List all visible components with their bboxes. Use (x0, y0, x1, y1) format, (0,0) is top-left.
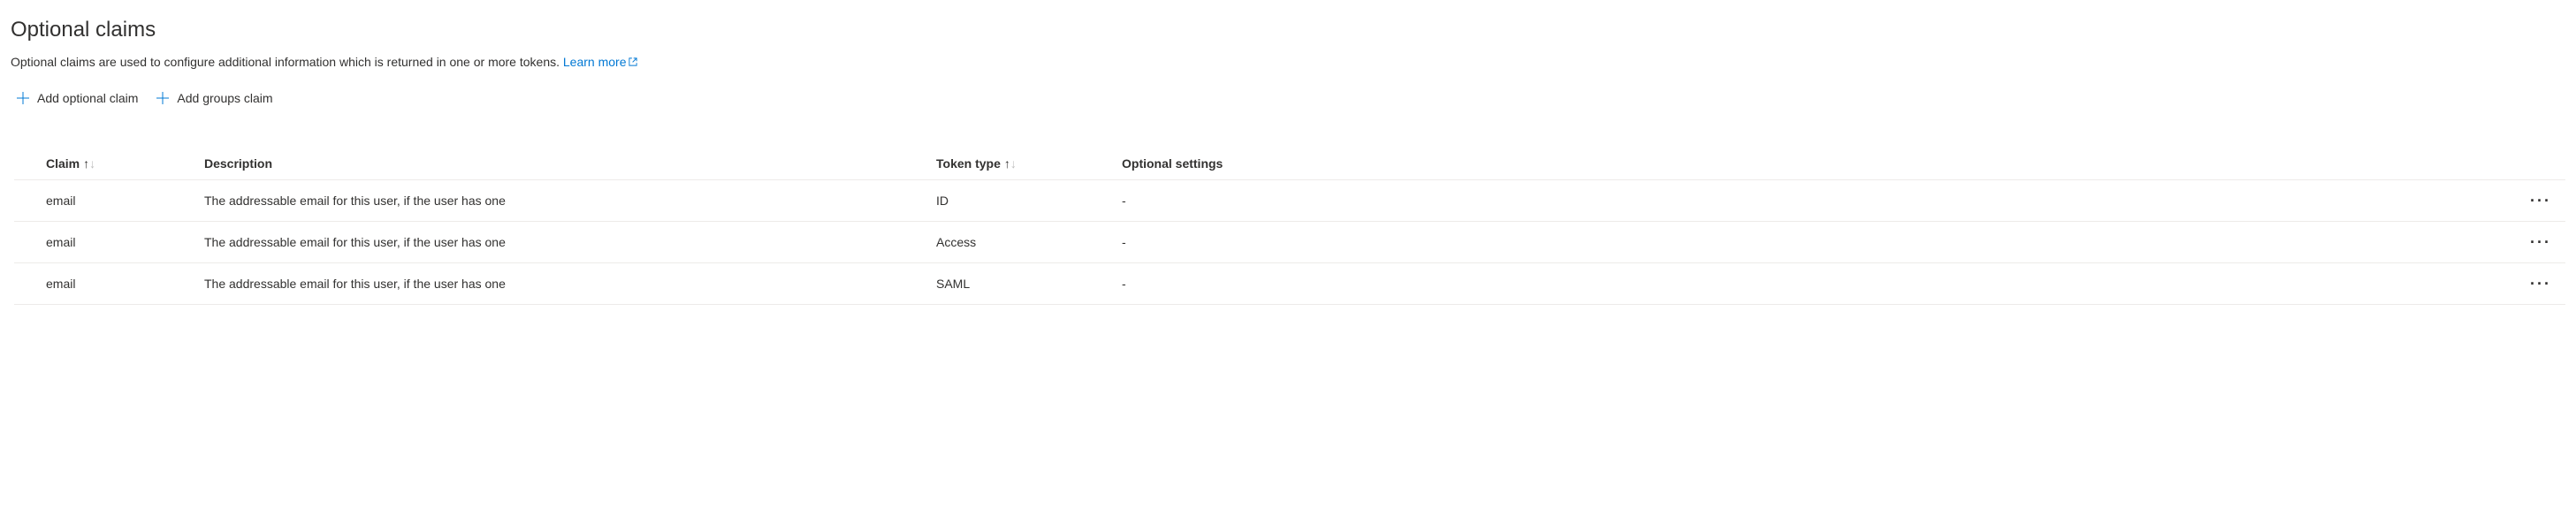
column-header-optional-settings-label: Optional settings (1122, 156, 1223, 171)
plus-icon (16, 91, 30, 105)
cell-optional-settings: - (1122, 277, 1307, 291)
page-description: Optional claims are used to configure ad… (11, 55, 2565, 70)
learn-more-label: Learn more (563, 55, 627, 69)
add-optional-claim-button[interactable]: Add optional claim (14, 87, 140, 109)
more-icon: ··· (2530, 192, 2551, 209)
more-icon: ··· (2530, 275, 2551, 292)
cell-claim: email (14, 235, 204, 249)
table-header: Claim ↑↓ Description Token type ↑↓ Optio… (14, 148, 2565, 180)
add-optional-claim-label: Add optional claim (37, 91, 138, 105)
cell-claim: email (14, 277, 204, 291)
add-groups-claim-label: Add groups claim (177, 91, 272, 105)
cell-token-type: ID (936, 194, 1122, 208)
cell-claim: email (14, 194, 204, 208)
add-groups-claim-button[interactable]: Add groups claim (154, 87, 274, 109)
cell-token-type: Access (936, 235, 1122, 249)
more-icon: ··· (2530, 233, 2551, 251)
page-title: Optional claims (11, 18, 2565, 42)
cell-description: The addressable email for this user, if … (204, 235, 936, 249)
plus-icon (156, 91, 170, 105)
row-more-button[interactable]: ··· (2525, 231, 2557, 254)
row-more-button[interactable]: ··· (2525, 189, 2557, 212)
sort-icon: ↑↓ (1004, 156, 1017, 171)
cell-description: The addressable email for this user, if … (204, 277, 936, 291)
actions-row: Add optional claim Add groups claim (11, 87, 2565, 109)
column-header-description[interactable]: Description (204, 156, 936, 171)
cell-optional-settings: - (1122, 194, 1307, 208)
row-more-button[interactable]: ··· (2525, 272, 2557, 295)
column-header-claim[interactable]: Claim ↑↓ (14, 156, 204, 171)
column-header-token-type-label: Token type (936, 156, 1001, 171)
cell-description: The addressable email for this user, if … (204, 194, 936, 208)
sort-icon: ↑↓ (83, 156, 95, 171)
table-row[interactable]: email The addressable email for this use… (14, 263, 2565, 305)
description-text: Optional claims are used to configure ad… (11, 55, 563, 69)
table-row[interactable]: email The addressable email for this use… (14, 222, 2565, 263)
learn-more-link[interactable]: Learn more (563, 55, 639, 69)
column-header-token-type[interactable]: Token type ↑↓ (936, 156, 1122, 171)
external-link-icon (628, 56, 638, 70)
cell-token-type: SAML (936, 277, 1122, 291)
column-header-optional-settings[interactable]: Optional settings (1122, 156, 1307, 171)
column-header-description-label: Description (204, 156, 272, 171)
claims-table: Claim ↑↓ Description Token type ↑↓ Optio… (11, 148, 2565, 305)
cell-optional-settings: - (1122, 235, 1307, 249)
table-row[interactable]: email The addressable email for this use… (14, 180, 2565, 222)
column-header-claim-label: Claim (46, 156, 80, 171)
